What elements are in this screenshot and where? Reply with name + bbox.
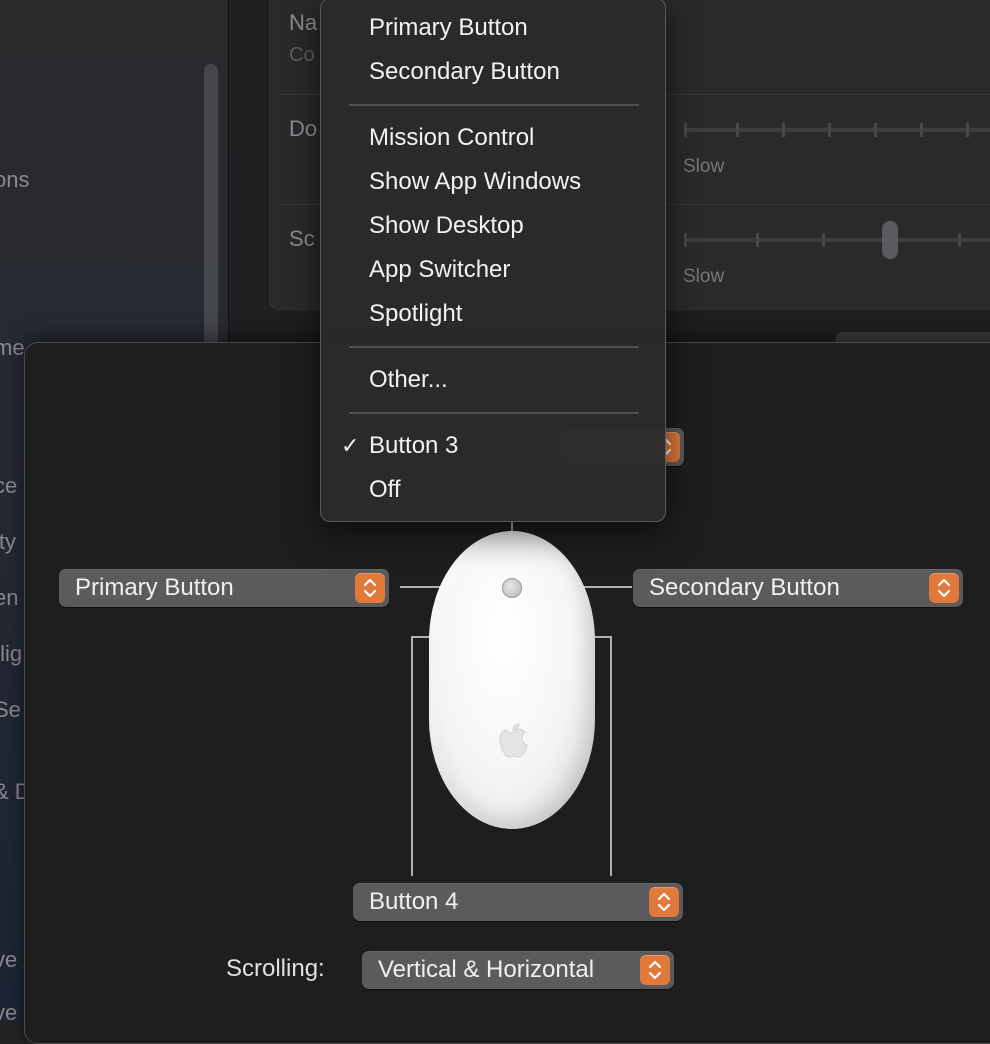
apple-logo-icon [499,723,528,758]
popup-label: Primary Button [75,574,234,601]
sidebar-item[interactable]: ce [0,473,17,499]
menu-item-mission-control[interactable]: Mission Control [369,124,534,152]
scrolling-speed-slider[interactable] [684,233,990,247]
menu-item-spotlight[interactable]: Spotlight [369,300,462,328]
slider-min-label: Slow [683,156,725,177]
popup-stepper-icon [355,573,385,603]
sidebar-item[interactable]: en [0,585,18,611]
scrolling-popup[interactable]: Vertical & Horizontal [362,951,674,989]
sidebar-item[interactable]: ve [0,1000,17,1026]
sidebar-scrollbar[interactable] [204,64,218,354]
double-click-speed-slider[interactable] [684,123,990,137]
button-action-menu: Primary Button Secondary Button Mission … [320,0,666,522]
menu-item-secondary-button[interactable]: Secondary Button [369,58,560,86]
scroll-ball [502,578,522,598]
connector-line [411,636,413,876]
connector-line [594,636,612,638]
popup-stepper-icon [640,955,670,985]
popup-label: Secondary Button [649,574,840,601]
popup-stepper-icon [929,573,959,603]
menu-item-other[interactable]: Other... [369,366,448,394]
menu-item-off[interactable]: Off [369,476,401,504]
menu-separator [349,104,639,106]
row-label: Do [289,116,318,141]
scrolling-label: Scrolling: [226,955,325,982]
menu-item-button-3[interactable]: Button 3 [369,432,458,460]
checkmark-icon: ✓ [341,433,360,458]
popup-stepper-icon [649,887,679,917]
mouse-illustration [429,531,595,829]
menu-item-show-desktop[interactable]: Show Desktop [369,212,524,240]
popup-label: Vertical & Horizontal [378,956,595,983]
sidebar-item[interactable]: ity [0,529,16,555]
connector-line [610,636,612,876]
sidebar-item[interactable]: ve [0,947,17,973]
sidebar-item[interactable]: me [0,335,25,361]
sidebar-item[interactable]: ons [0,167,29,193]
popup-label: Button 4 [369,888,459,915]
menu-item-app-switcher[interactable]: App Switcher [369,256,510,284]
slider-min-label: Slow [683,266,725,287]
menu-separator [349,412,639,414]
menu-separator [349,346,639,348]
side-button-popup[interactable]: Button 4 [353,883,683,921]
menu-item-show-app-windows[interactable]: Show App Windows [369,168,581,196]
sidebar-item[interactable]: tlig [0,641,22,667]
right-button-popup[interactable]: Secondary Button [633,569,963,607]
connector-line [411,636,431,638]
row-sublabel: Co [289,44,315,66]
row-label: Sc [289,226,315,251]
menu-item-primary-button[interactable]: Primary Button [369,14,528,42]
slider-knob[interactable] [882,221,898,259]
left-button-popup[interactable]: Primary Button [59,569,389,607]
row-label: Na [289,10,318,35]
sidebar-item[interactable]: Se [0,697,21,723]
